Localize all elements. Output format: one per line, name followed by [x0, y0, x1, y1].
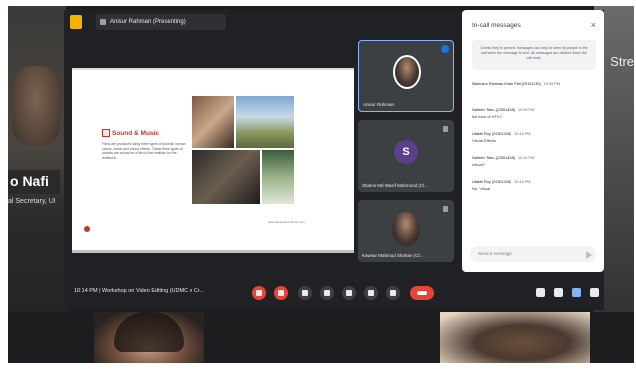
chat-message: Naheen Tabu (22301408) 10:09 PM full form…	[472, 108, 596, 119]
message-sender: Naheen Tabu (22301408)	[472, 156, 515, 160]
presenter-chip[interactable]: Anisur Rahman (Presenting)	[96, 14, 226, 30]
left-speaker-face	[12, 66, 60, 146]
raise-hand-icon	[368, 290, 374, 296]
right-partial-text: Stre	[610, 54, 634, 69]
chat-notice: Unless they're pinned, messages can only…	[472, 40, 596, 70]
app-logo-icon	[70, 15, 82, 29]
raise-hand-button[interactable]	[364, 286, 378, 300]
slide-photo-boom-mic	[236, 96, 294, 148]
emoji-icon	[324, 290, 330, 296]
message-text: No, Visual	[472, 186, 491, 191]
presenter-label: Anisur Rahman (Presenting)	[110, 19, 186, 25]
progress-fill	[72, 250, 354, 253]
participant-hair	[114, 312, 184, 352]
message-sender: Ufabbi Roy (22301328)	[472, 132, 512, 136]
chat-message: Ufabbi Roy (22301328) 10:10 PM No, Visual	[472, 180, 596, 191]
chat-title: In-call messages	[472, 22, 521, 29]
video-progress-bar[interactable]	[72, 250, 354, 253]
message-sender: Mahfuzur Rahman Khan Pali (20101130)	[472, 82, 541, 86]
chat-message: Ufabbi Roy (22301328) 10:10 PM Visual Eff…	[472, 132, 596, 143]
activities-icon[interactable]	[590, 288, 599, 297]
chat-message: Mahfuzur Rahman Khan Pali (20101130) 10:0…	[472, 82, 596, 86]
chat-message: Naheen Tabu (22301408) 10:10 PM virtual?	[472, 156, 596, 167]
meeting-time: 10:14 PM	[74, 288, 98, 294]
slide-footer: www.iamanisurrahman.com	[268, 220, 305, 224]
shared-screen: Sound & Music Films are produced using t…	[72, 68, 354, 250]
message-time: 10:09 PM	[543, 82, 561, 86]
avatar	[393, 55, 421, 89]
webcam-participant-left	[94, 312, 204, 363]
message-text: virtual?	[472, 162, 485, 167]
slide-photo-keyboard	[262, 150, 294, 204]
meet-window: Anisur Rahman (Presenting) Sound & Music…	[64, 10, 604, 310]
end-call-icon	[417, 291, 427, 295]
send-icon[interactable]	[586, 251, 592, 259]
control-bar: 10:14 PM | Workshop on Video Editing (UD…	[64, 278, 604, 310]
captions-icon	[302, 290, 308, 296]
more-options-icon	[390, 290, 396, 296]
slide-logo-icon	[84, 226, 90, 232]
avatar: S	[394, 140, 418, 164]
left-speaker-name: o Nafi	[8, 170, 60, 194]
mic-off-icon	[256, 290, 262, 296]
mic-muted-icon	[443, 206, 448, 212]
chat-message-input[interactable]: Send a message	[470, 246, 596, 262]
message-time: 10:10 PM	[514, 180, 531, 184]
message-time: 10:10 PM	[518, 156, 535, 160]
meeting-info: 10:14 PM | Workshop on Video Editing (UD…	[74, 288, 204, 294]
avatar	[392, 212, 420, 246]
slide-body: Films are produced using three types of …	[102, 142, 186, 160]
message-sender: Ufabbi Roy (22301328)	[472, 180, 512, 184]
participant-tile-kawsar[interactable]: Kawsar Mahmud Shohan (Cl...	[358, 200, 454, 262]
chat-panel: In-call messages × Unless they're pinned…	[462, 10, 604, 272]
end-call-button[interactable]	[410, 286, 434, 300]
chat-icon[interactable]	[572, 288, 581, 297]
message-sender: Naheen Tabu (22301408)	[472, 108, 515, 112]
present-button[interactable]	[342, 286, 356, 300]
participant-name: Shams Md Wasif Mahmood (Cl...	[362, 183, 428, 188]
people-icon[interactable]	[554, 288, 563, 297]
message-text: Visual Effects	[472, 138, 497, 143]
webcam-participant-right	[440, 312, 590, 363]
speaking-indicator-icon	[441, 45, 449, 53]
present-icon	[346, 290, 352, 296]
message-text: full form of VFX?	[472, 114, 502, 119]
slide-heading-icon	[102, 129, 110, 137]
slide-photo-studio	[192, 96, 234, 148]
present-screen-icon	[100, 19, 106, 25]
participant-name: Kawsar Mahmud Shohan (Cl...	[362, 253, 424, 258]
top-bar: Anisur Rahman (Presenting)	[64, 10, 460, 34]
participant-tile-shams[interactable]: S Shams Md Wasif Mahmood (Cl...	[358, 120, 454, 192]
message-time: 10:09 PM	[518, 108, 535, 112]
message-time: 10:10 PM	[514, 132, 531, 136]
close-icon[interactable]: ×	[591, 20, 596, 30]
captions-button[interactable]	[298, 286, 312, 300]
participant-tile-anisur[interactable]: Anisur Rahman	[358, 40, 454, 112]
mic-off-button[interactable]	[252, 286, 266, 300]
meeting-title: Workshop on Video Editing (UDMC x Cr...	[102, 288, 204, 294]
webcam-strip	[8, 312, 634, 363]
more-options-button[interactable]	[386, 286, 400, 300]
participant-name: Anisur Rahman	[363, 102, 395, 107]
slide-photo-mixer	[192, 150, 260, 204]
camera-off-button[interactable]	[274, 286, 288, 300]
camera-off-icon	[278, 290, 284, 296]
slide-heading: Sound & Music	[112, 130, 159, 137]
mic-muted-icon	[443, 126, 448, 132]
emoji-button[interactable]	[320, 286, 334, 300]
info-icon[interactable]	[536, 288, 545, 297]
